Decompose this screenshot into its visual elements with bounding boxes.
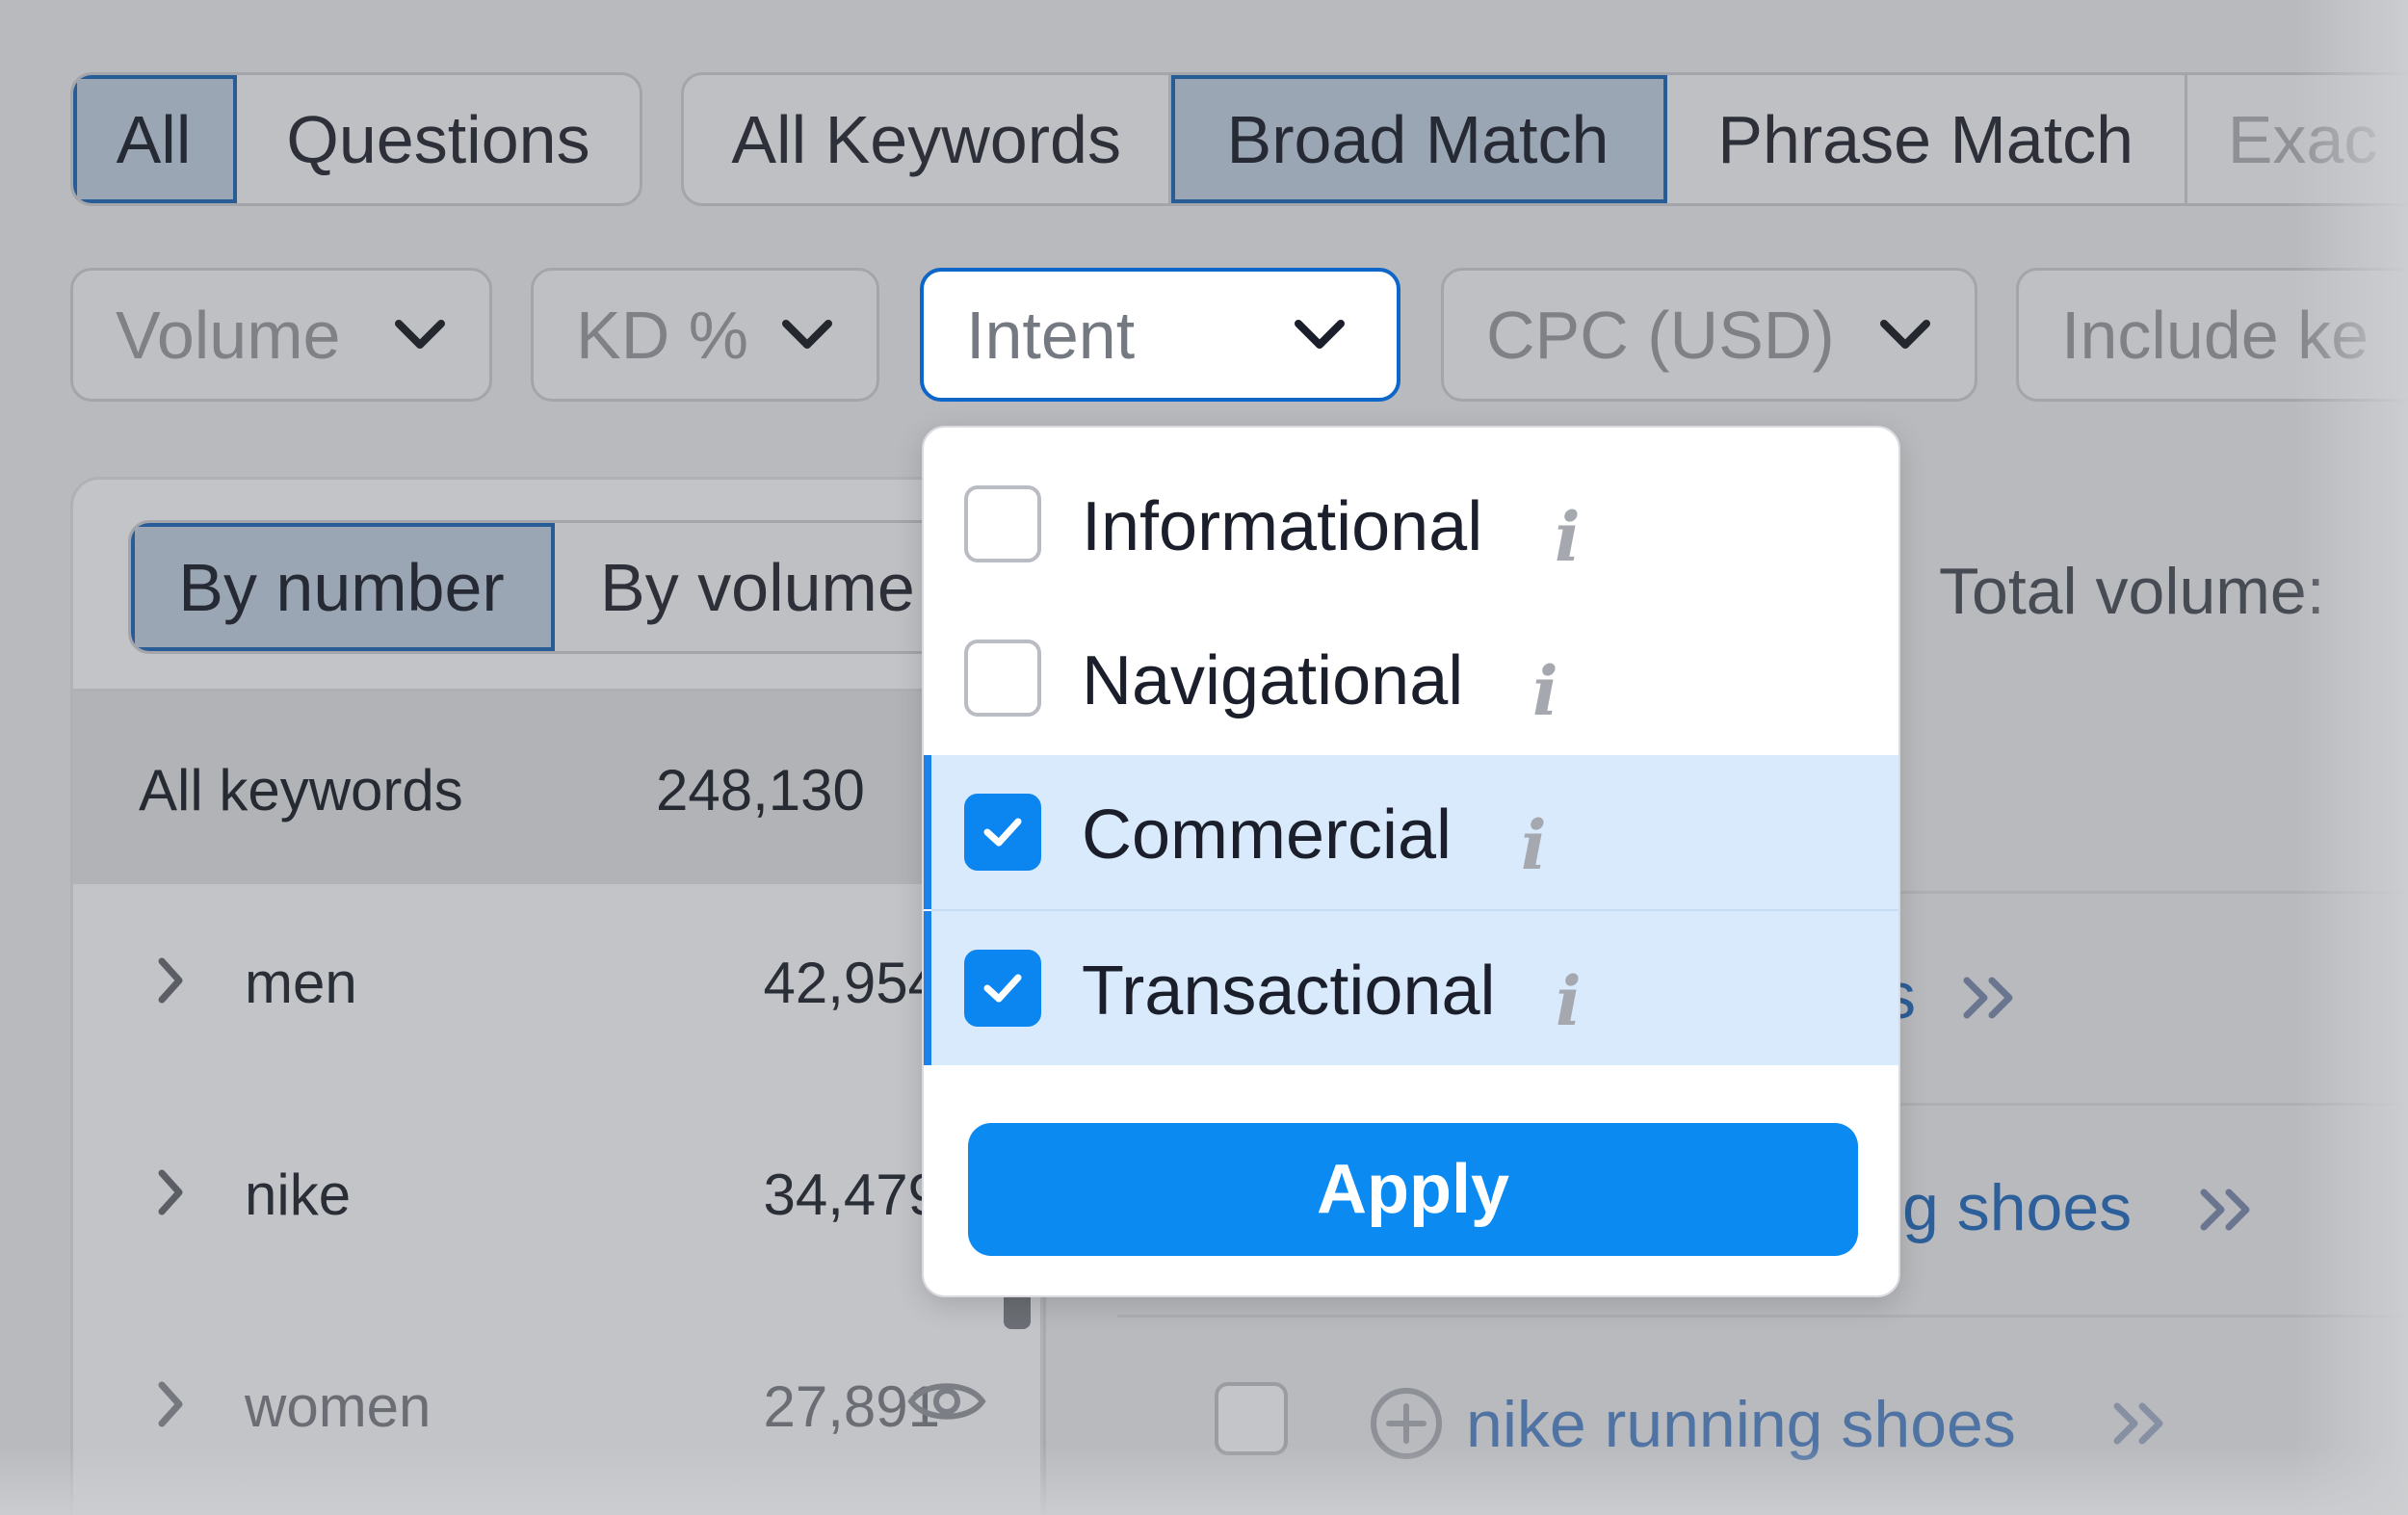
group-count: 27,891 (763, 1374, 940, 1439)
checkbox-checked[interactable] (964, 950, 1041, 1027)
panel-header: By number By volume (73, 480, 1043, 692)
keyword-link[interactable]: g shoes (1902, 1170, 2132, 1245)
all-keywords-label: All keywords (139, 758, 463, 823)
group-label: men (245, 951, 357, 1015)
chevron-down-icon (782, 319, 832, 349)
intent-option-commercial[interactable]: Commercial i (924, 755, 1898, 909)
kd-filter-label: KD % (576, 297, 748, 373)
info-icon[interactable]: i (1521, 805, 1547, 885)
info-icon[interactable]: i (1532, 651, 1558, 731)
chevron-down-icon (1880, 319, 1930, 349)
cpc-filter[interactable]: CPC (USD) (1441, 268, 1977, 402)
all-keywords-row[interactable]: All keywords 248,130 (73, 692, 1040, 884)
checkbox[interactable] (964, 485, 1041, 562)
chevron-down-icon (395, 319, 445, 349)
option-label: Commercial (1082, 797, 1453, 874)
double-chevron-right-icon[interactable] (1961, 973, 2023, 1023)
tab-all[interactable]: All (73, 75, 237, 203)
intent-option-informational[interactable]: Informational i (924, 447, 1898, 601)
info-icon[interactable]: i (1556, 961, 1582, 1041)
chevron-right-icon[interactable] (156, 1379, 185, 1429)
volume-filter[interactable]: Volume (70, 268, 492, 402)
group-label: nike (245, 1162, 352, 1227)
list-item[interactable]: men 42,954 (73, 884, 1040, 1077)
chevron-right-icon[interactable] (156, 955, 185, 1006)
double-chevron-right-icon[interactable] (2198, 1185, 2260, 1235)
volume-filter-label: Volume (116, 297, 341, 373)
match-type-tabs: All Keywords Broad Match Phrase Match Ex… (681, 72, 2408, 206)
group-count: 42,954 (763, 951, 940, 1015)
tab-broad-match[interactable]: Broad Match (1171, 75, 1667, 203)
intent-option-navigational[interactable]: Navigational i (924, 601, 1898, 755)
chevron-right-icon[interactable] (156, 1167, 185, 1217)
cpc-filter-label: CPC (USD) (1486, 297, 1835, 373)
intent-filter-label: Intent (966, 297, 1136, 373)
apply-button[interactable]: Apply (968, 1123, 1858, 1256)
keyword-groups-panel: By number By volume All keywords 248,130… (70, 477, 1043, 1515)
tab-questions[interactable]: Questions (237, 75, 640, 203)
edge-fade (2292, 0, 2408, 1515)
all-keywords-count: 248,130 (656, 758, 865, 823)
divider (1117, 1315, 2408, 1318)
option-label: Navigational (1082, 642, 1464, 719)
tab-by-number[interactable]: By number (131, 523, 555, 651)
info-icon[interactable]: i (1555, 497, 1581, 577)
intent-filter[interactable]: Intent (920, 268, 1400, 402)
double-chevron-right-icon[interactable] (2111, 1398, 2173, 1449)
tab-all-keywords[interactable]: All Keywords (684, 75, 1172, 203)
checkmark-icon (983, 974, 1022, 1003)
option-label: Informational (1082, 488, 1483, 565)
question-filter-tabs: All Questions (70, 72, 642, 206)
edge-fade (0, 1445, 2408, 1515)
checkmark-icon (983, 818, 1022, 847)
chevron-down-icon (1295, 319, 1345, 349)
total-volume-label: Total volume: (1939, 555, 2325, 628)
intent-dropdown: Informational i Navigational i Commercia… (922, 426, 1900, 1297)
group-sort-tabs: By number By volume (128, 520, 1043, 654)
kd-filter[interactable]: KD % (531, 268, 879, 402)
group-count: 34,479 (763, 1162, 940, 1227)
eye-icon[interactable] (907, 1375, 986, 1427)
list-item[interactable]: nike 34,479 (73, 1096, 1040, 1289)
checkbox[interactable] (964, 640, 1041, 717)
group-label: women (245, 1374, 432, 1439)
intent-option-transactional[interactable]: Transactional i (924, 911, 1898, 1065)
option-label: Transactional (1082, 953, 1496, 1030)
tab-phrase-match[interactable]: Phrase Match (1667, 75, 2187, 203)
checkbox-checked[interactable] (964, 794, 1041, 871)
